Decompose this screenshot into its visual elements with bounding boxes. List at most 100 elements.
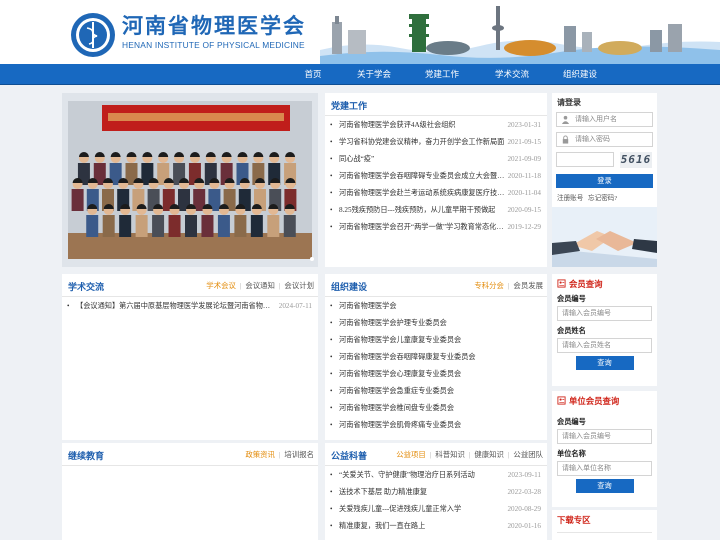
captcha-row: 5616 (556, 152, 653, 169)
academic-panel: 学术交流 学术会议|会议通知|会议计划 【会议通知】第六届中原基层物理医学发展论… (62, 274, 318, 440)
news-item[interactable]: 精准康复，我们一直在路上2020-01-16 (325, 518, 547, 535)
news-item[interactable]: 送技术下基层 助力精准康复2022-03-28 (325, 484, 547, 501)
nav-academic[interactable]: 学术交流 (490, 64, 534, 85)
password-field[interactable]: 请输入密码 (556, 132, 653, 147)
handshake-image (552, 207, 657, 267)
download-box: 下载专区 (552, 510, 657, 540)
science-panel-links: 公益项目 | 科普知识 | 健康知识 | 公益团队 (396, 449, 543, 460)
science-panel-title: 公益科普 (331, 451, 368, 461)
science-link[interactable]: 健康知识 (474, 450, 504, 459)
science-link[interactable]: 公益团队 (513, 450, 543, 459)
username-field[interactable]: 请输入用户名 (556, 112, 653, 127)
news-item[interactable]: 【会议通知】第六届中原基层物理医学发展论坛暨河南省物理…2024-07-11 (62, 298, 318, 315)
org-item[interactable]: 河南省物理医学会护理专业委员会 (325, 315, 547, 332)
link-separator: | (507, 281, 510, 290)
unit-name-label: 单位名称 (557, 450, 586, 458)
news-item[interactable]: 关爱残疾儿童---促进残疾儿童正常入学2020-08-29 (325, 501, 547, 518)
member-query-box: 会员查询 会员编号 请输入会员编号 会员姓名 请输入会员姓名 查询 (552, 274, 657, 386)
login-links: 注册账号 忘记密码? (552, 188, 657, 202)
forgot-password-link[interactable]: 忘记密码? (588, 195, 617, 202)
news-slideshow[interactable] (62, 93, 318, 267)
link-separator: | (429, 450, 432, 459)
login-button[interactable]: 登录 (556, 174, 653, 188)
lock-icon (562, 135, 569, 144)
unit-id-input[interactable]: 请输入会员编号 (557, 429, 652, 444)
org-panel-links: 专科分会 | 会员发展 (474, 280, 543, 291)
edu-panel-title: 继续教育 (68, 451, 105, 461)
science-panel: 公益科普 公益项目|科普知识|健康知识|公益团队 “关爱关节、守护健康”物理治疗… (325, 443, 547, 540)
panel-divider (325, 115, 547, 116)
member-name-input[interactable]: 请输入会员姓名 (557, 338, 652, 353)
edu-link[interactable]: 培训报名 (284, 450, 314, 459)
unit-query-button[interactable]: 查询 (575, 479, 634, 493)
member-query-button[interactable]: 查询 (575, 356, 634, 370)
news-item[interactable]: 同心战“疫”2021-09-09 (325, 151, 547, 168)
user-icon (561, 115, 570, 124)
org-item[interactable]: 河南省物理医学会 (325, 298, 547, 315)
science-link[interactable]: 公益项目 (396, 450, 426, 459)
news-item[interactable]: 学习省科协党建会议精神，奋力开创学会工作新局面2021-09-15 (325, 134, 547, 151)
org-panel: 组织建设 专科分会|会员发展 河南省物理医学会 河南省物理医学会护理专业委员会 … (325, 274, 547, 440)
captcha-image[interactable]: 5616 (620, 152, 652, 168)
side-column: 请登录 请输入用户名 请输入密码 5616 登录 注册账号 忘记密码? (552, 93, 657, 267)
login-title: 请登录 (557, 98, 581, 107)
org-item[interactable]: 河南省物理医学会肌骨疼痛专业委员会 (325, 417, 547, 434)
org-link[interactable]: 专科分会 (474, 281, 504, 290)
captcha-input[interactable] (556, 152, 614, 167)
member-name-label: 会员姓名 (557, 327, 586, 335)
science-link[interactable]: 科普知识 (435, 450, 465, 459)
academic-link[interactable]: 会议计划 (284, 281, 314, 290)
link-separator: | (278, 281, 281, 290)
org-panel-title: 组织建设 (331, 282, 368, 292)
edu-panel: 继续教育 政策资讯 | 培训报名 (62, 443, 318, 540)
society-logo-icon[interactable] (70, 12, 116, 58)
unit-name-input[interactable]: 请输入单位名称 (557, 461, 652, 476)
panel-divider (62, 465, 318, 466)
login-box: 请登录 请输入用户名 请输入密码 5616 登录 注册账号 忘记密码? (552, 93, 657, 267)
member-card-icon (557, 279, 566, 288)
academic-link[interactable]: 学术会议 (206, 281, 236, 290)
org-item[interactable]: 河南省物理医学会儿童康复专业委员会 (325, 332, 547, 349)
register-link[interactable]: 注册账号 (557, 195, 583, 202)
panel-divider (325, 296, 547, 297)
news-item[interactable]: 河南省物理医学会赴兰考运动系统疾病康复医疗技…2020-11-04 (325, 185, 547, 202)
party-panel-title: 党建工作 (331, 101, 368, 111)
link-separator: | (278, 450, 281, 459)
download-title: 下载专区 (557, 516, 591, 525)
link-separator: | (239, 281, 242, 290)
site-name-en: HENAN INSTITUTE OF PHYSICAL MEDICINE (122, 40, 305, 50)
party-news-list: 河南省物理医学会获评4A级社会组织2023-01-31 学习省科协党建会议精神，… (325, 117, 547, 236)
academic-link[interactable]: 会议通知 (245, 281, 275, 290)
org-item[interactable]: 河南省物理医学会椎间盘专业委员会 (325, 400, 547, 417)
nav-about[interactable]: 关于学会 (352, 64, 396, 85)
news-item[interactable]: 河南省物理医学会召开“两学一做”学习教育常态化…2019-12-29 (325, 219, 547, 236)
nav-home[interactable]: 首页 (296, 64, 330, 85)
link-separator: | (468, 450, 471, 459)
panel-divider (325, 465, 547, 466)
academic-panel-links: 学术会议 | 会议通知 | 会议计划 (206, 280, 314, 291)
edu-link[interactable]: 政策资讯 (245, 450, 275, 459)
org-item[interactable]: 河南省物理医学会急重症专业委员会 (325, 383, 547, 400)
unit-query-title: 单位会员查询 (552, 391, 657, 409)
org-link[interactable]: 会员发展 (513, 281, 543, 290)
science-news-list: “关爱关节、守护健康”物理治疗日系列活动2023-09-11 送技术下基层 助力… (325, 467, 547, 535)
nav-organization[interactable]: 组织建设 (558, 64, 602, 85)
news-item[interactable]: 河南省物理医学会获评4A级社会组织2023-01-31 (325, 117, 547, 134)
party-panel: 党建工作 河南省物理医学会获评4A级社会组织2023-01-31 学习省科协党建… (325, 93, 547, 267)
group-photo-image (62, 93, 318, 267)
news-item[interactable]: 河南省物理医学会吞咽障碍专业委员会成立大会暨…2020-11-18 (325, 168, 547, 185)
org-item[interactable]: 河南省物理医学会吞咽障碍康复专业委员会 (325, 349, 547, 366)
member-card-icon (557, 396, 566, 405)
site-name-cn: 河南省物理医学会 (122, 14, 306, 38)
news-item[interactable]: “关爱关节、守护健康”物理治疗日系列活动2023-09-11 (325, 467, 547, 484)
panel-divider (62, 296, 318, 297)
academic-panel-title: 学术交流 (68, 282, 105, 292)
news-item[interactable]: 8.25残疾预防日---残疾预防，从儿童早期干预做起2020-09-15 (325, 202, 547, 219)
unit-id-label: 会员编号 (557, 418, 586, 426)
city-skyline-banner (320, 6, 720, 64)
org-list: 河南省物理医学会 河南省物理医学会护理专业委员会 河南省物理医学会儿童康复专业委… (325, 298, 547, 434)
org-item[interactable]: 河南省物理医学会心理康复专业委员会 (325, 366, 547, 383)
member-id-input[interactable]: 请输入会员编号 (557, 306, 652, 321)
nav-party[interactable]: 党建工作 (420, 64, 464, 85)
member-query-title: 会员查询 (552, 274, 657, 292)
